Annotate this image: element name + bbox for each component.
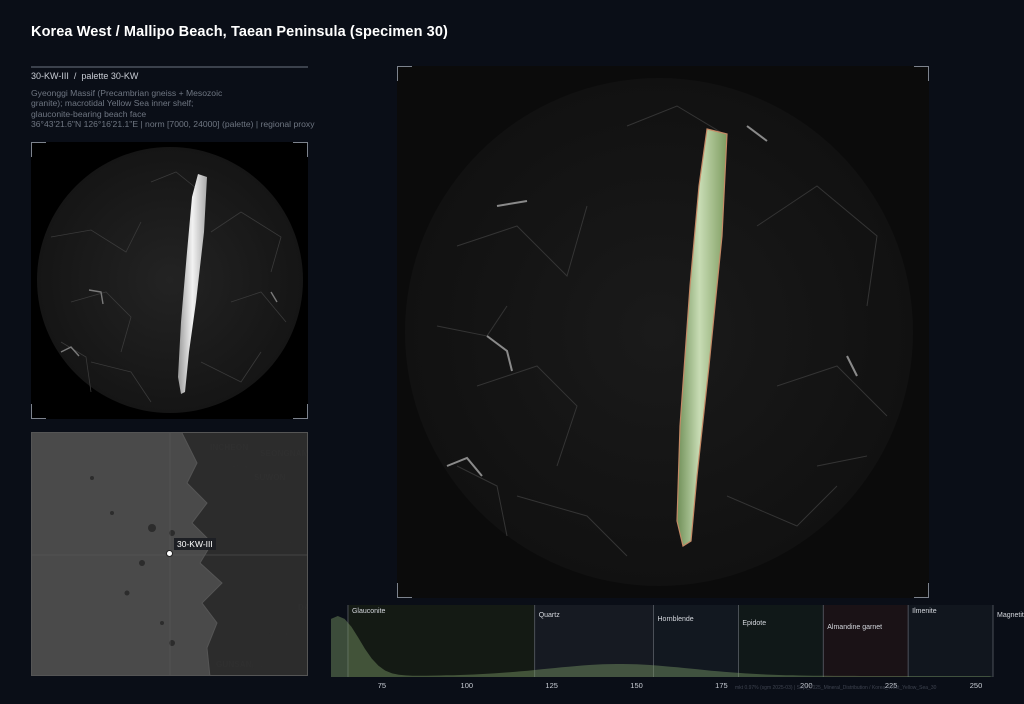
mineral-band (823, 605, 909, 677)
mineral-label: Magnetite (997, 612, 1024, 619)
mineral-label: Quartz (538, 612, 560, 619)
frame-corner (397, 66, 412, 81)
location-marker-label: 30-KW-III (174, 538, 216, 550)
sample-id-line: 30-KW-III / palette 30-KW (31, 71, 138, 81)
palette-name: palette 30-KW (81, 71, 139, 81)
map-city-label: INCHEON (210, 443, 249, 452)
map-city-label: GUNSAN (216, 660, 252, 669)
axis-tick-label: 75 (377, 681, 387, 690)
separator: / (73, 71, 77, 81)
mineral-label: Hornblende (657, 616, 694, 623)
palette-scan-panel[interactable] (397, 66, 929, 598)
mineral-label: Glauconite (351, 608, 386, 615)
map-city-label: Nonsan (268, 631, 292, 638)
palette-scan-image (397, 66, 929, 598)
axis-tick-label: 150 (630, 681, 643, 690)
description-line: Gyeonggi Massif (Precambrian gneiss + Me… (31, 88, 223, 98)
grayscale-scan-panel[interactable] (31, 142, 308, 419)
description-line: glauconite-bearing beach face (31, 108, 147, 119)
mineral-band (738, 605, 824, 677)
description-line: granite); macrotidal Yellow Sea inner sh… (31, 98, 194, 109)
mineral-label: Epidote (742, 620, 767, 627)
mineral-band (908, 605, 993, 677)
axis-tick-label: 175 (715, 681, 728, 690)
map-city-label: SEONGNAM (260, 449, 308, 458)
page-title: Korea West / Mallipo Beach, Taean Penins… (31, 24, 448, 40)
top-divider (31, 66, 308, 68)
frame-corner (31, 404, 46, 419)
sample-id: 30-KW-III (31, 71, 69, 81)
location-marker-icon[interactable] (166, 550, 173, 557)
frame-corner (31, 142, 46, 157)
footer-note: mkt 0.97% (sgm 2025-03) | Sept_2025_Mine… (735, 685, 937, 691)
sample-description: Gyeonggi Massif (Precambrian gneiss + Me… (31, 88, 321, 129)
map-city-label: Ansan (232, 463, 252, 470)
axis-tick-label: 250 (969, 681, 983, 690)
frame-corner (293, 404, 308, 419)
grayscale-scan-image (37, 147, 303, 413)
frame-corner (397, 583, 412, 598)
coordinates-line: 36°43'21.6"N 126°16'21.1"E | norm [7000,… (31, 118, 315, 129)
scan-disc (405, 78, 913, 586)
map-city-label: Cheonan (268, 539, 296, 546)
axis-tick-label: 125 (545, 681, 558, 690)
map-city-label: SUWON (254, 473, 286, 482)
map-city-label: DA (298, 603, 307, 612)
frame-corner (914, 66, 929, 81)
frame-corner (293, 142, 308, 157)
mineral-label: Almandine garnet (827, 624, 883, 631)
frame-corner (914, 583, 929, 598)
axis-tick-label: 100 (460, 681, 474, 690)
mineral-label: Ilmenite (912, 608, 937, 615)
scan-disc (37, 147, 303, 413)
map-city-label: Iksan (250, 663, 267, 670)
